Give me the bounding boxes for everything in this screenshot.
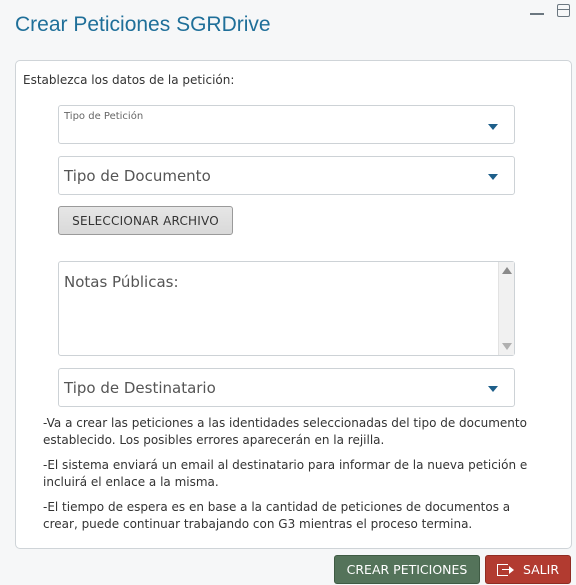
tipo-documento-select[interactable]: Tipo de Documento xyxy=(58,156,515,195)
select-file-button[interactable]: SELECCIONAR ARCHIVO xyxy=(58,206,233,235)
exit-label: SALIR xyxy=(522,562,560,577)
exit-button[interactable]: SALIR xyxy=(485,555,571,584)
info-message: -Va a crear las peticiones a las identid… xyxy=(43,416,527,447)
info-message: -El tiempo de espera es en base a la can… xyxy=(43,500,511,531)
notes-scrollbar[interactable] xyxy=(498,262,514,355)
create-requests-button[interactable]: CREAR PETICIONES xyxy=(334,555,480,584)
scroll-up-icon[interactable] xyxy=(502,267,512,274)
info-message: -El sistema enviará un email al destinat… xyxy=(43,458,528,489)
exit-icon xyxy=(496,563,514,576)
scroll-down-icon[interactable] xyxy=(502,343,512,350)
chevron-down-icon[interactable] xyxy=(488,386,498,392)
create-requests-label: CREAR PETICIONES xyxy=(346,562,468,577)
info-messages: -Va a crear las peticiones a las identid… xyxy=(43,415,543,541)
tipo-documento-label: Tipo de Documento xyxy=(64,167,211,185)
tipo-destinatario-select[interactable]: Tipo de Destinatario xyxy=(58,368,515,407)
tipo-destinatario-label: Tipo de Destinatario xyxy=(64,379,216,397)
window-controls xyxy=(529,3,570,17)
tipo-peticion-label: Tipo de Petición xyxy=(64,111,144,122)
page-title: Crear Peticiones SGRDrive xyxy=(15,13,271,36)
form-instruction: Establezca los datos de la petición: xyxy=(23,73,235,87)
chevron-down-icon[interactable] xyxy=(488,174,498,180)
minimize-icon[interactable] xyxy=(529,3,545,17)
tipo-peticion-select[interactable]: Tipo de Petición xyxy=(58,105,515,144)
maximize-icon[interactable] xyxy=(557,3,570,17)
chevron-down-icon[interactable] xyxy=(488,124,498,130)
notas-publicas-textarea[interactable]: Notas Públicas: xyxy=(58,261,515,356)
notas-publicas-placeholder: Notas Públicas: xyxy=(64,273,179,291)
